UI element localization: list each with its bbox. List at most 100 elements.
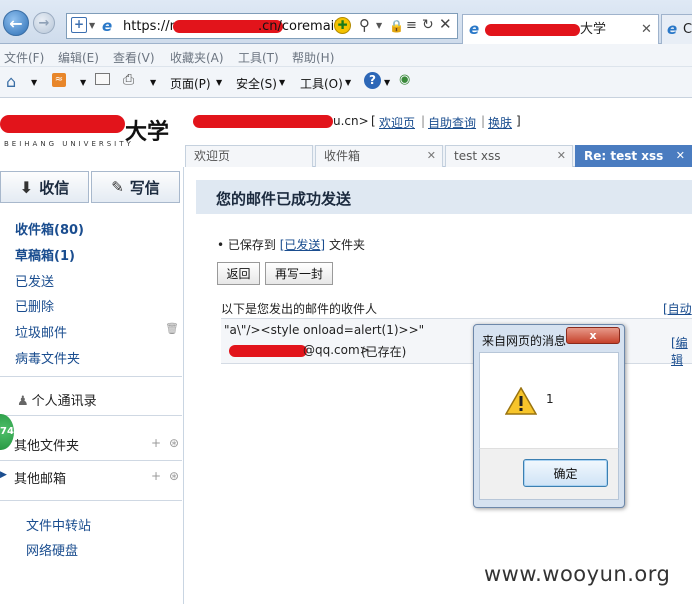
tab-re-test-xss[interactable]: Re: test xss ✕ (575, 145, 692, 167)
sidebar-item-drafts[interactable]: 草稿箱(1) (15, 245, 75, 264)
home-icon[interactable]: ⌂ (6, 72, 16, 91)
tab-test-xss[interactable]: test xss ✕ (445, 145, 573, 167)
mail-header-bar: u.cn> [ 欢迎页 | 自助查询 | 换肤 ] (185, 112, 692, 134)
redaction-mark (0, 115, 125, 133)
research-icon[interactable]: ◉ (399, 72, 410, 87)
menu-help[interactable]: 帮助(H) (292, 49, 334, 66)
dropdown-icon[interactable]: ▼ (80, 78, 86, 87)
folder-label: 病毒文件夹 (15, 352, 81, 367)
ok-button[interactable]: 确定 (523, 459, 608, 487)
compose-button[interactable]: ✎ 写信 (91, 171, 180, 203)
user-address: u.cn> (333, 114, 369, 128)
sent-folder-link[interactable]: [已发送] (280, 238, 325, 252)
dropdown-icon[interactable]: ▼ (384, 78, 390, 87)
expand-arrow-icon[interactable]: ▶ (0, 470, 7, 480)
receive-label: 收信 (39, 178, 70, 197)
badge[interactable]: 74 (0, 414, 14, 450)
close-icon[interactable]: ✕ (439, 15, 452, 33)
compat-view-icon[interactable]: ✚ (334, 17, 351, 34)
safety-menu[interactable]: 安全(S) (236, 75, 277, 92)
university-logo: 大学 BEIHANG UNIVERSITY (0, 112, 182, 152)
settings-icon[interactable]: ⊛ (169, 436, 179, 450)
download-icon: ⬇ (19, 177, 34, 197)
draft-count: (1) (54, 249, 75, 264)
sidebar-item-other-mailboxes[interactable]: 其他邮箱 (14, 468, 66, 487)
tool-label: 文件中转站 (26, 519, 92, 534)
page-menu[interactable]: 页面(P) (170, 75, 211, 92)
sidebar-item-spam[interactable]: 垃圾邮件 (15, 322, 67, 341)
change-skin-link[interactable]: 换肤 (488, 114, 512, 131)
dropdown-icon[interactable]: ▼ (345, 78, 351, 87)
receive-button[interactable]: ⬇ 收信 (0, 171, 89, 203)
lock-icon[interactable]: 🔒 (389, 17, 404, 35)
dialog-close-button[interactable]: x (566, 327, 620, 344)
dropdown-icon[interactable]: ▼ (216, 78, 222, 87)
menu-edit[interactable]: 编辑(E) (58, 49, 99, 66)
tab-welcome[interactable]: 欢迎页 (185, 145, 313, 167)
help-icon[interactable]: ? (364, 72, 381, 89)
menu-file[interactable]: 文件(F) (4, 49, 44, 66)
menu-view[interactable]: 查看(V) (113, 49, 155, 66)
trash-icon[interactable]: 🗑 (165, 322, 179, 335)
browser-tab-active[interactable]: e 大学 ✕ (462, 14, 659, 44)
browser-tab[interactable]: e C (661, 14, 692, 44)
auto-link[interactable]: [自动 (663, 300, 692, 317)
sidebar-item-deleted[interactable]: 已删除 (15, 296, 54, 315)
help-query-link[interactable]: 自助查询 (428, 114, 476, 131)
sidebar-item-inbox[interactable]: 收件箱(80) (15, 219, 84, 238)
saved-suffix: 文件夹 (328, 238, 365, 252)
dropdown-icon[interactable]: ▼ (150, 78, 156, 87)
close-tab-icon[interactable]: ✕ (676, 146, 685, 166)
page-title-bar: 您的邮件已成功发送 (196, 180, 692, 214)
separator: | (421, 114, 426, 128)
certificate-icon[interactable]: ≡ (406, 17, 417, 35)
tab-inbox[interactable]: 收件箱 ✕ (315, 145, 443, 167)
compose-bar: ⬇ 收信 ✎ 写信 (0, 171, 183, 205)
sidebar-item-net-disk[interactable]: 网络硬盘 (26, 540, 78, 559)
dropdown-icon[interactable]: ▼ (89, 17, 95, 35)
add-site-icon[interactable]: + (71, 17, 87, 33)
other-folders-label: 其他文件夹 (14, 439, 80, 454)
divider (0, 500, 182, 501)
print-icon[interactable]: ⎙ (123, 72, 134, 88)
folder-label: 收件箱 (15, 223, 55, 238)
refresh-icon[interactable]: ↻ (422, 16, 434, 34)
forward-button[interactable]: → (33, 12, 55, 34)
sidebar-item-virus[interactable]: 病毒文件夹 (15, 348, 80, 367)
read-mail-icon[interactable] (95, 73, 110, 85)
search-icon[interactable]: ⚲ (359, 16, 370, 34)
add-icon[interactable]: + (151, 469, 161, 483)
arrow-left-icon: ← (9, 13, 23, 33)
divider (0, 376, 182, 377)
settings-icon[interactable]: ⊛ (169, 469, 179, 483)
tools-menu[interactable]: 工具(O) (300, 75, 343, 92)
dropdown-icon[interactable]: ▼ (279, 78, 285, 87)
edit-link[interactable]: [编辑 (671, 334, 692, 368)
bracket: [ (371, 114, 376, 128)
saved-prefix: 已保存到 (227, 238, 276, 252)
menu-favorites[interactable]: 收藏夹(A) (170, 49, 224, 66)
sidebar-item-other-folders[interactable]: 其他文件夹 (14, 435, 79, 454)
sidebar-item-sent[interactable]: 已发送 (15, 271, 54, 290)
tab-label: 收件箱 (324, 149, 361, 163)
close-tab-icon[interactable]: ✕ (427, 146, 436, 166)
dropdown-icon[interactable]: ▼ (376, 17, 382, 35)
rss-feed-icon[interactable]: ≈ (52, 73, 66, 87)
write-again-button[interactable]: 再写一封 (265, 262, 333, 285)
welcome-link[interactable]: 欢迎页 (379, 114, 415, 131)
back-button[interactable]: ← (3, 10, 29, 36)
address-bar[interactable]: + ▼ e https://m .cn/coremail/ ✚ ⚲ ▼ 🔒 ≡ … (66, 13, 458, 39)
sidebar-item-file-transfer[interactable]: 文件中转站 (26, 515, 91, 534)
browser-tab-title: C (683, 22, 692, 37)
dialog-title: 来自网页的消息 (482, 334, 567, 348)
ie-logo-icon: e (667, 20, 678, 38)
sidebar-item-contacts[interactable]: ♟ 个人通讯录 (17, 390, 97, 409)
close-tab-icon[interactable]: ✕ (641, 21, 652, 39)
add-icon[interactable]: + (151, 436, 161, 450)
person-icon: ♟ (17, 394, 29, 409)
tool-label: 网络硬盘 (26, 544, 79, 559)
dropdown-icon[interactable]: ▼ (31, 78, 37, 87)
close-tab-icon[interactable]: ✕ (557, 146, 566, 166)
back-to-list-button[interactable]: 返回 (217, 262, 260, 285)
menu-tools[interactable]: 工具(T) (238, 49, 279, 66)
